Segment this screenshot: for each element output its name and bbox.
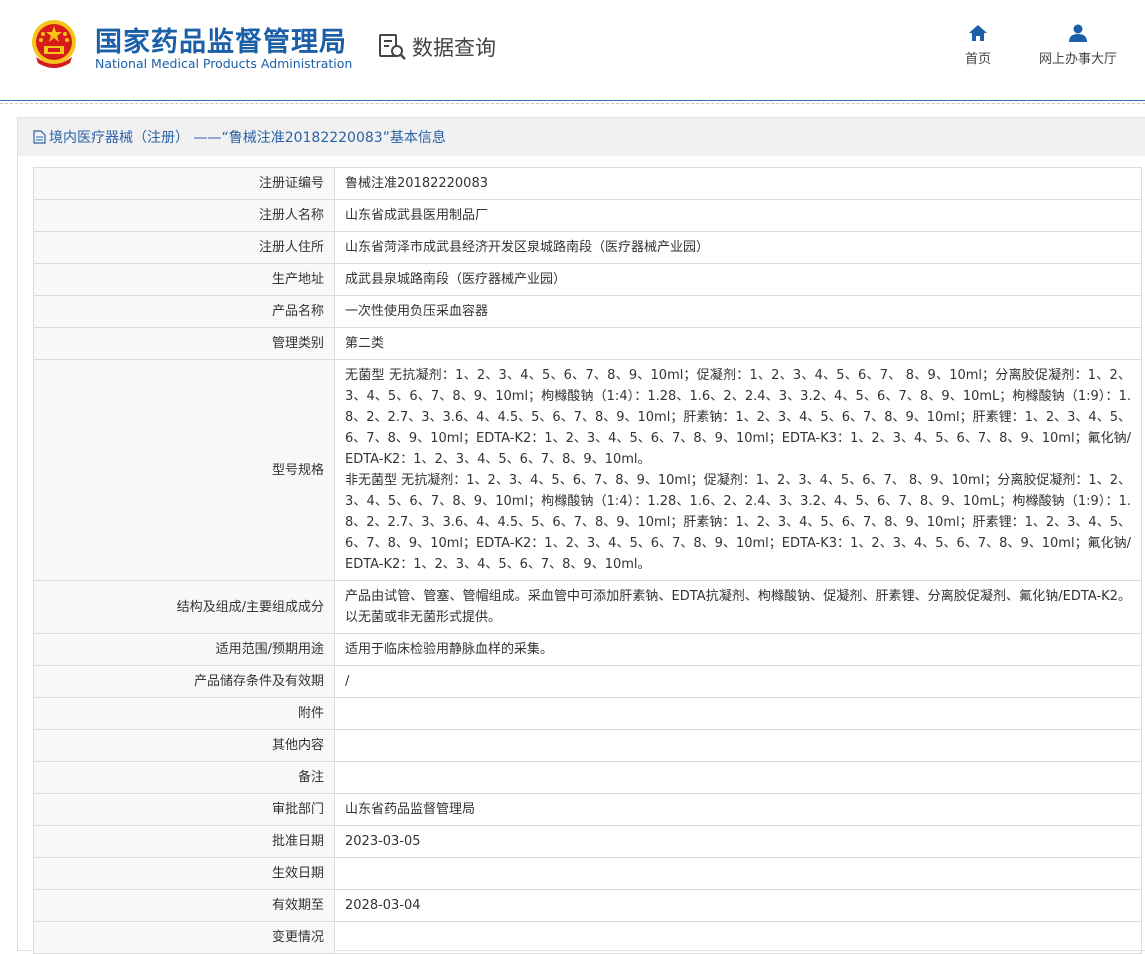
table-row: 其他内容 — [33, 729, 1142, 762]
table-row: 型号规格 无菌型 无抗凝剂：1、2、3、4、5、6、7、8、9、10ml；促凝剂：… — [33, 359, 1142, 581]
table-row: 注册人住所 山东省菏泽市成武县经济开发区泉城路南段（医疗器械产业园） — [33, 231, 1142, 264]
table-row: 备注 — [33, 761, 1142, 794]
field-value: 成武县泉城路南段（医疗器械产业园） — [334, 263, 1142, 296]
data-query-title[interactable]: 数据查询 — [378, 32, 496, 62]
field-value: 产品由试管、管塞、管帽组成。采血管中可添加肝素钠、EDTA抗凝剂、枸橼酸钠、促凝… — [334, 580, 1142, 634]
field-label: 产品储存条件及有效期 — [33, 665, 335, 698]
field-value: 2028-03-04 — [334, 889, 1142, 922]
field-value: 山东省菏泽市成武县经济开发区泉城路南段（医疗器械产业园） — [334, 231, 1142, 264]
field-value — [334, 729, 1142, 762]
field-label: 附件 — [33, 697, 335, 730]
field-label: 型号规格 — [33, 359, 335, 581]
field-value: 无菌型 无抗凝剂：1、2、3、4、5、6、7、8、9、10ml；促凝剂：1、2、… — [334, 359, 1142, 581]
field-label: 生产地址 — [33, 263, 335, 296]
field-label: 注册人名称 — [33, 199, 335, 232]
org-name-en: National Medical Products Administration — [95, 56, 353, 71]
field-value: 2023-03-05 — [334, 825, 1142, 858]
table-row: 结构及组成/主要组成成分 产品由试管、管塞、管帽组成。采血管中可添加肝素钠、EDT… — [33, 580, 1142, 634]
table-row: 注册证编号 鲁械注准20182220083 — [33, 167, 1142, 200]
home-icon — [969, 25, 987, 41]
nav-online-hall-label: 网上办事大厅 — [1039, 52, 1118, 67]
user-icon — [1069, 24, 1087, 42]
table-row: 生效日期 — [33, 857, 1142, 890]
national-emblem-icon — [32, 20, 76, 68]
field-label: 批准日期 — [33, 825, 335, 858]
nav-home-label: 首页 — [965, 52, 992, 67]
field-value: 第二类 — [334, 327, 1142, 360]
data-query-label: 数据查询 — [412, 36, 496, 60]
table-row: 生产地址 成武县泉城路南段（医疗器械产业园） — [33, 263, 1142, 296]
table-row: 产品储存条件及有效期 / — [33, 665, 1142, 698]
panel-title-bar: 境内医疗器械（注册） ——“鲁械注准20182220083”基本信息 — [18, 118, 1145, 156]
nav-home[interactable]: 首页 — [965, 24, 991, 67]
field-value: 适用于临床检验用静脉血样的采集。 — [334, 633, 1142, 666]
org-name-cn: 国家药品监督管理局 — [95, 27, 347, 58]
site-header: 国家药品监督管理局 National Medical Products Admi… — [0, 0, 1145, 101]
field-label: 备注 — [33, 761, 335, 794]
field-value — [334, 761, 1142, 794]
detail-panel: 境内医疗器械（注册） ——“鲁械注准20182220083”基本信息 注册证编号… — [17, 117, 1145, 954]
field-label: 审批部门 — [33, 793, 335, 826]
field-value — [334, 857, 1142, 890]
table-row: 有效期至 2028-03-04 — [33, 889, 1142, 922]
field-value: 鲁械注准20182220083 — [334, 167, 1142, 200]
table-row: 审批部门 山东省药品监督管理局 — [33, 793, 1142, 826]
table-row: 管理类别 第二类 — [33, 327, 1142, 360]
field-label: 产品名称 — [33, 295, 335, 328]
table-row: 批准日期 2023-03-05 — [33, 825, 1142, 858]
detail-table: 注册证编号 鲁械注准20182220083 注册人名称 山东省成武县医用制品厂 注册人住… — [33, 167, 1142, 954]
table-row: 产品名称 一次性使用负压采血容器 — [33, 295, 1142, 328]
document-search-icon — [379, 34, 406, 60]
field-label: 注册人住所 — [33, 231, 335, 264]
field-label: 管理类别 — [33, 327, 335, 360]
field-value: 一次性使用负压采血容器 — [334, 295, 1142, 328]
field-value: 山东省药品监督管理局 — [334, 793, 1142, 826]
field-label: 生效日期 — [33, 857, 335, 890]
field-label: 结构及组成/主要组成成分 — [33, 580, 335, 634]
table-row: 附件 — [33, 697, 1142, 730]
field-label: 有效期至 — [33, 889, 335, 922]
nav-online-hall[interactable]: 网上办事大厅 — [1039, 24, 1117, 67]
table-row: 适用范围/预期用途 适用于临床检验用静脉血样的采集。 — [33, 633, 1142, 666]
field-label: 适用范围/预期用途 — [33, 633, 335, 666]
field-label: 注册证编号 — [33, 167, 335, 200]
header-divider — [0, 103, 1145, 104]
document-icon — [33, 130, 46, 144]
field-value: 山东省成武县医用制品厂 — [334, 199, 1142, 232]
panel-title: 境内医疗器械（注册） ——“鲁械注准20182220083”基本信息 — [49, 130, 446, 146]
table-row: 注册人名称 山东省成武县医用制品厂 — [33, 199, 1142, 232]
field-value — [334, 697, 1142, 730]
field-value: / — [334, 665, 1142, 698]
field-label: 其他内容 — [33, 729, 335, 762]
